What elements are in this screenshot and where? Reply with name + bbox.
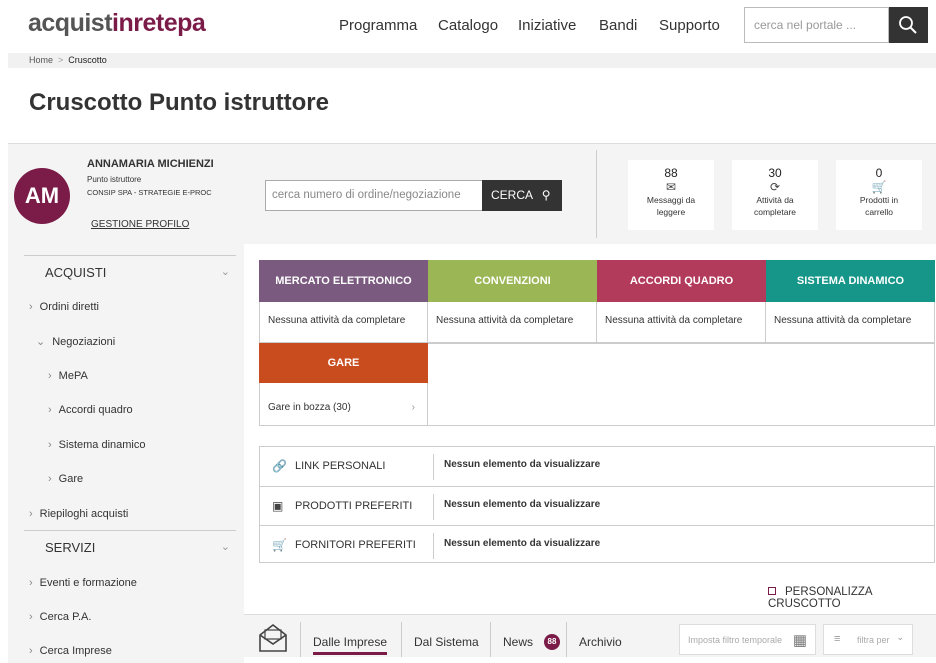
- filter-per-select[interactable]: ≡ filtra per ⌄: [823, 624, 913, 655]
- sidebar-item-accordi[interactable]: › Accordi quadro: [48, 404, 133, 416]
- chevron-down-icon: ⌄: [896, 632, 904, 642]
- news-count-badge: 88: [544, 634, 560, 650]
- category-status: Nessuna attività da completare: [259, 302, 428, 343]
- order-search-button[interactable]: CERCA ⚲: [482, 180, 562, 211]
- section-acquisti[interactable]: ACQUISTI ⌄: [24, 255, 236, 289]
- cart-icon: 🛒: [871, 180, 887, 194]
- category-gare[interactable]: GARE: [259, 343, 428, 383]
- envelope-icon: ✉: [665, 180, 677, 194]
- user-org: CONSIP SPA - STRATEGIE E-PROC: [87, 188, 212, 197]
- chevron-right-icon: ›: [29, 611, 33, 623]
- chevron-down-icon: ⌄: [36, 336, 46, 348]
- category-accordi-quadro[interactable]: ACCORDI QUADRO: [597, 260, 766, 302]
- link-icon: 🔗: [272, 459, 287, 473]
- chevron-right-icon: ›: [48, 370, 52, 382]
- search-button[interactable]: [889, 7, 928, 43]
- category-status: Nessuna attività da completare: [597, 302, 766, 343]
- sidebar-item-mepa[interactable]: › MePA: [48, 370, 88, 382]
- search-input[interactable]: cerca nel portale ...: [744, 7, 889, 43]
- grid-empty-area: [428, 343, 935, 426]
- sidebar-item-ordini[interactable]: › Ordini diretti: [29, 301, 99, 313]
- calendar-icon: ▦: [792, 632, 807, 649]
- category-sistema-dinamico[interactable]: SISTEMA DINAMICO: [766, 260, 935, 302]
- site-logo[interactable]: acquistinretepa: [28, 9, 206, 38]
- sidebar-item-riepiloghi[interactable]: › Riepiloghi acquisti: [29, 508, 128, 520]
- checkbox-icon: [768, 587, 776, 595]
- sidebar-item-eventi[interactable]: › Eventi e formazione: [29, 577, 137, 589]
- category-convenzioni[interactable]: CONVENZIONI: [428, 260, 597, 302]
- chevron-right-icon: ›: [29, 508, 33, 520]
- profile-link[interactable]: GESTIONE PROFILO: [91, 219, 189, 230]
- inbox-icon: [257, 622, 289, 659]
- breadcrumb-current: Cruscotto: [68, 55, 107, 65]
- divider: [596, 150, 597, 238]
- stat-activities[interactable]: 30 ⟳ Attività da completare: [732, 160, 818, 230]
- order-search-input[interactable]: cerca numero di ordine/negoziazione: [265, 180, 483, 211]
- pref-row-suppliers[interactable]: 🛒 FORNITORI PREFERITI Nessun elemento da…: [260, 525, 934, 564]
- section-servizi[interactable]: SERVIZI ⌄: [24, 530, 236, 564]
- tab-dal-sistema[interactable]: Dal Sistema: [414, 635, 479, 649]
- stat-cart[interactable]: 0 🛒 Prodotti in carrello: [836, 160, 922, 230]
- sidebar-item-negoziazioni[interactable]: ⌄ Negoziazioni: [36, 335, 115, 348]
- chevron-right-icon: ›: [29, 301, 33, 313]
- chevron-right-icon: ›: [48, 404, 52, 416]
- breadcrumb: Home > Cruscotto: [8, 53, 936, 68]
- user-role: Punto istruttore: [87, 175, 142, 184]
- chevron-right-icon: ›: [29, 577, 33, 589]
- gare-bozza-link[interactable]: Gare in bozza (30) ›: [259, 383, 428, 426]
- sidebar-item-cerca-pa[interactable]: › Cerca P.A.: [29, 611, 91, 623]
- tab-archivio[interactable]: Archivio: [579, 635, 622, 649]
- stat-messages[interactable]: 88 ✉ Messaggi da leggere: [628, 160, 714, 230]
- filter-icon: ≡: [834, 633, 841, 645]
- chevron-right-icon: ›: [411, 402, 415, 413]
- user-name: ANNAMARIA MICHIENZI: [87, 158, 214, 170]
- product-icon: ▣: [272, 499, 284, 513]
- sidebar-item-gare[interactable]: › Gare: [48, 473, 83, 485]
- tab-news[interactable]: News: [503, 635, 533, 649]
- chevron-down-icon: ⌄: [220, 541, 230, 553]
- avatar: AM: [14, 168, 70, 224]
- chevron-right-icon: ›: [48, 439, 52, 451]
- page-title: Cruscotto Punto istruttore: [29, 89, 329, 116]
- sidebar-item-cerca-imprese[interactable]: › Cerca Imprese: [29, 645, 112, 657]
- nav-iniziative[interactable]: Iniziative: [518, 17, 576, 34]
- search-icon: ⚲: [541, 188, 551, 202]
- pref-row-links[interactable]: 🔗 LINK PERSONALI Nessun elemento da visu…: [260, 447, 934, 486]
- category-status: Nessuna attività da completare: [766, 302, 935, 343]
- breadcrumb-home[interactable]: Home: [29, 55, 53, 65]
- preferences-table: 🔗 LINK PERSONALI Nessun elemento da visu…: [259, 446, 935, 563]
- chevron-right-icon: ›: [29, 645, 33, 657]
- tab-dalle-imprese[interactable]: Dalle Imprese: [313, 635, 388, 655]
- category-mercato-elettronico[interactable]: MERCATO ELETTRONICO: [259, 260, 428, 302]
- category-status: Nessuna attività da completare: [428, 302, 597, 343]
- nav-programma[interactable]: Programma: [339, 17, 417, 34]
- search-icon: [899, 16, 917, 34]
- cart-icon: 🛒: [272, 538, 287, 552]
- nav-bandi[interactable]: Bandi: [599, 17, 637, 34]
- sidebar-item-sistema[interactable]: › Sistema dinamico: [48, 439, 146, 451]
- nav-supporto[interactable]: Supporto: [659, 17, 720, 34]
- chevron-right-icon: ›: [48, 473, 52, 485]
- chevron-down-icon: ⌄: [220, 266, 230, 278]
- spinner-icon: ⟳: [769, 180, 781, 194]
- personalize-dashboard-link[interactable]: PERSONALIZZA CRUSCOTTO: [768, 586, 936, 610]
- date-filter-input[interactable]: Imposta filtro temporale ▦: [679, 624, 816, 655]
- pref-row-products[interactable]: ▣ PRODOTTI PREFERITI Nessun elemento da …: [260, 486, 934, 525]
- nav-catalogo[interactable]: Catalogo: [438, 17, 498, 34]
